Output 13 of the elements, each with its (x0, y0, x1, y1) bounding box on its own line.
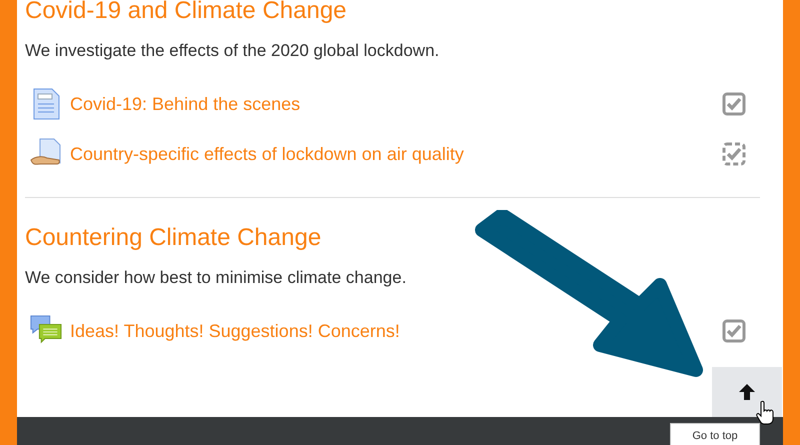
hand-cursor-icon (755, 400, 775, 426)
arrow-up-icon (737, 382, 757, 402)
section-title: Countering Climate Change (25, 223, 322, 253)
completion-checkbox[interactable] (722, 319, 746, 343)
section-summary: We investigate the effects of the 2020 global lockdown. (25, 41, 440, 61)
activity-link[interactable]: Country-specific effects of lockdown on air quality (70, 144, 714, 164)
section-summary: We consider how best to minimise climate change. (25, 268, 408, 288)
activity-link[interactable]: Ideas! Thoughts! Suggestions! Concerns! (70, 320, 714, 342)
activity-link[interactable]: Covid-19: Behind the scenes (70, 94, 714, 114)
back-to-top-button[interactable] (712, 367, 782, 417)
tooltip: Go to top (670, 423, 760, 445)
completion-checkbox[interactable] (722, 92, 746, 116)
section-title: Covid-19 and Climate Change (25, 0, 348, 26)
